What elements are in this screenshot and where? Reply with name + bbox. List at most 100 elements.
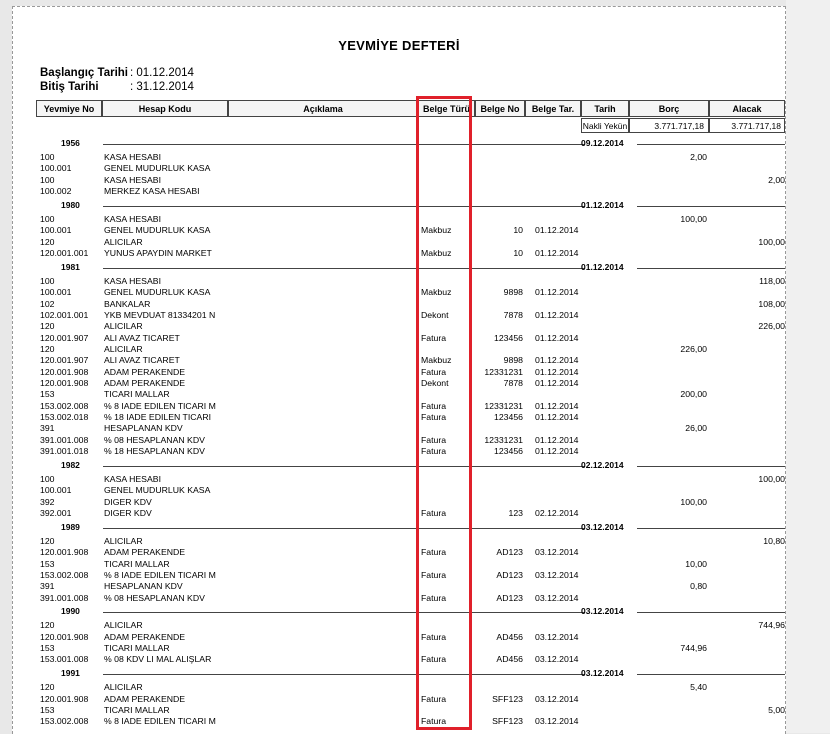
debit-amount: 10,00: [685, 558, 707, 569]
credit-amount: 100,00: [758, 473, 785, 484]
account-name: ADAM PERAKENDE: [104, 693, 186, 704]
debit-amount: 5,40: [690, 682, 707, 693]
account-name: % 8 IADE EDILEN TICARI M: [104, 400, 216, 411]
account-code: 153: [40, 558, 55, 569]
account-name: ALICILAR: [104, 620, 143, 631]
account-name: HESAPLANAN KDV: [104, 423, 183, 434]
document-number: 123: [508, 507, 524, 518]
document-date: 02.12.2014: [535, 507, 579, 518]
ledger-row: 120.001.907 ALI AVAZ TICARET Fatura 123456 0…: [13, 333, 785, 344]
ledger-row: 120.001.908 ADAM PERAKENDE Fatura AD123 03.1…: [13, 547, 785, 558]
account-code: 153.002.018: [40, 412, 89, 422]
account-code: 100: [40, 174, 55, 185]
ledger-row: 120 ALICILAR 744,96: [13, 620, 785, 631]
account-code: 120.001.908: [40, 631, 89, 642]
account-name: % 08 HESAPLANAN KDV: [104, 434, 205, 445]
entry-date: 09.12.2014: [581, 138, 624, 148]
ledger-row: 102.001.001 YKB MEVDUAT 81334201 N Dekont 7…: [13, 310, 785, 321]
entry-date: 01.12.2014: [581, 261, 624, 272]
document-date: 01.12.2014: [535, 247, 579, 258]
separator-line: [637, 527, 785, 529]
document-date: 01.12.2014: [535, 377, 579, 388]
account-name: % 08 KDV LI MAL ALIŞLAR: [104, 654, 212, 665]
entry-date: 01.12.2014: [581, 199, 624, 210]
document-number: 12331231: [484, 434, 523, 445]
account-code: 120: [40, 535, 55, 546]
account-name: ADAM PERAKENDE: [104, 547, 186, 558]
document-date: 03.12.2014: [535, 569, 579, 580]
separator-line: [103, 674, 585, 676]
ledger-row: 153.001.008% 08 KDV LI MAL ALIŞLAR Fatura…: [13, 654, 785, 665]
account-code: 100.001: [40, 485, 72, 496]
account-name: KASA HESABI: [104, 152, 161, 162]
credit-amount: 226,00: [758, 321, 785, 332]
document-date: 01.12.2014: [535, 434, 579, 445]
col-header-aciklama: Açıklama: [228, 100, 418, 117]
document-date: 03.12.2014: [535, 631, 579, 642]
report-page: YEVMİYE DEFTERİ Başlangıç Tarihi: 01.12.…: [12, 6, 786, 734]
document-date: 01.12.2014: [535, 309, 579, 320]
col-header-tarih: Tarih: [581, 100, 629, 117]
ledger-row: 153.002.008% 8 IADE EDILEN TICARI M Fatur…: [13, 716, 785, 727]
account-code: 153.001.008: [40, 654, 89, 665]
document-number: 10: [513, 225, 523, 236]
credit-amount: 5,00: [768, 705, 785, 715]
account-code: 153: [40, 705, 55, 715]
ledger-row: 100 KASA HESABI 118,00: [13, 276, 785, 287]
account-code: 120: [40, 682, 55, 693]
document-number: 10: [513, 247, 523, 258]
account-code: 120: [40, 343, 55, 354]
credit-amount: 744,96: [758, 620, 785, 631]
col-header-borc: Borç: [629, 100, 709, 117]
account-name: % 8 IADE EDILEN TICARI M: [104, 716, 216, 727]
entry-date: 03.12.2014: [581, 521, 624, 532]
entry-group-header: 1989 03.12.2014: [13, 522, 785, 534]
account-code: 391: [40, 581, 55, 592]
yevmiye-no: 1982: [61, 459, 80, 470]
ledger-row: 391.001.008% 08 HESAPLANAN KDV Fatura 1233…: [13, 435, 785, 446]
account-code: 120: [40, 620, 55, 631]
separator-line: [103, 144, 585, 145]
ledger-row: 153 TICARI MALLAR 10,00: [13, 559, 785, 570]
account-code: 153.002.008: [40, 569, 89, 580]
ledger-row: 120 ALICILAR 100,00: [13, 237, 785, 248]
viewer-background: [786, 0, 830, 733]
account-code: 153.002.008: [40, 400, 89, 411]
account-code: 391.001.008: [40, 592, 89, 603]
ledger-row: 153 TICARI MALLAR 200,00: [13, 389, 785, 400]
account-code: 100: [40, 213, 55, 224]
document-number: AD123: [496, 569, 523, 580]
entry-group-header: 1991 03.12.2014: [13, 668, 785, 680]
account-code: 120.001.908: [40, 547, 89, 558]
credit-amount: 10,80: [763, 535, 785, 546]
entry-group-header: 1990 03.12.2014: [13, 606, 785, 618]
col-header-hesap-kodu: Hesap Kodu: [102, 100, 228, 117]
document-date: 03.12.2014: [535, 716, 579, 727]
ledger-row: 102 BANKALAR 108,00: [13, 299, 785, 310]
account-code: 100: [40, 152, 55, 162]
debit-amount: 744,96: [680, 643, 707, 654]
document-number: 7878: [503, 309, 523, 320]
account-code: 153.002.008: [40, 716, 89, 727]
ledger-row: 120 ALICILAR 226,00: [13, 321, 785, 332]
document-number: 12331231: [484, 400, 523, 411]
document-date: 01.12.2014: [535, 355, 579, 366]
account-name: HESAPLANAN KDV: [104, 581, 183, 592]
yevmiye-no: 1990: [61, 606, 80, 617]
entry-date: 03.12.2014: [581, 606, 624, 617]
debit-amount: 100,00: [680, 496, 707, 507]
ledger-row: 391.001.008% 08 HESAPLANAN KDV Fatura AD12…: [13, 593, 785, 604]
ledger-row: 153.002.008% 8 IADE EDILEN TICARI M Fatur…: [13, 401, 785, 412]
account-name: KASA HESABI: [104, 213, 161, 224]
account-code: 392.001: [40, 507, 72, 518]
account-name: ALICILAR: [104, 321, 143, 332]
account-code: 102: [40, 298, 55, 309]
document-date: 01.12.2014: [535, 446, 579, 457]
ledger-row: 100.001 GENEL MUDURLUK KASA Makbuz 9898 01.1…: [13, 287, 785, 298]
debit-amount: 226,00: [680, 343, 707, 354]
yevmiye-no: 1956: [61, 138, 80, 148]
account-code: 120.001.001: [40, 247, 89, 258]
col-header-yevmiye-no: Yevmiye No: [36, 100, 102, 117]
ledger-row: 153 TICARI MALLAR 5,00: [13, 705, 785, 716]
account-code: 120: [40, 321, 55, 332]
